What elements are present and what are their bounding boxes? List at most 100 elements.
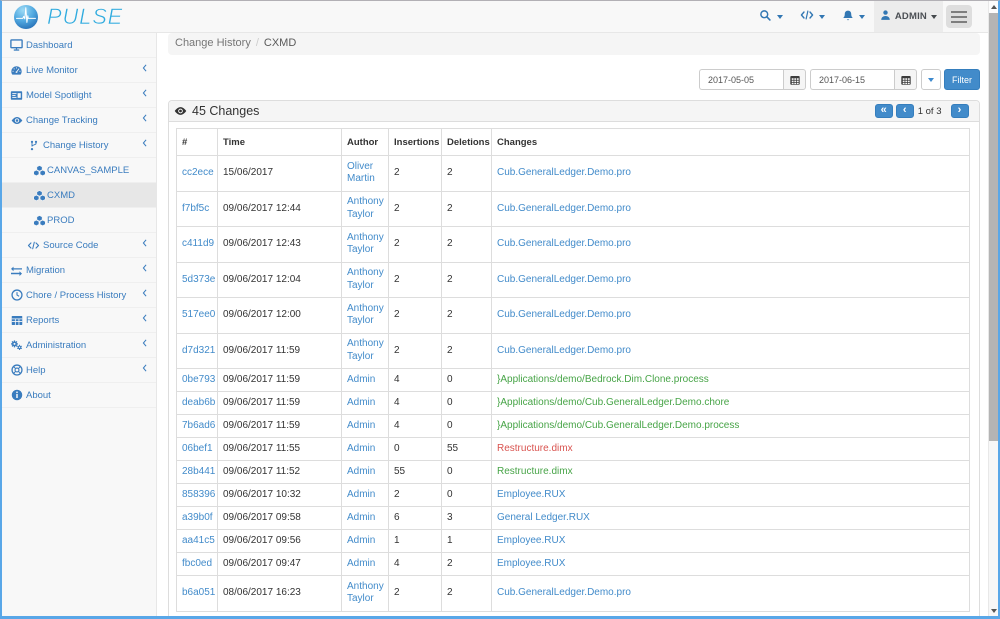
sidebar-item-cxmd[interactable]: CXMD (2, 183, 156, 208)
table-row: cc2ece15/06/2017Oliver Martin22Cub.Gener… (177, 156, 970, 192)
change-file-link[interactable]: Cub.GeneralLedger.Demo.pro (497, 167, 631, 178)
author-link[interactable]: Admin (347, 558, 375, 569)
scroll-down-arrow-icon[interactable] (989, 606, 998, 616)
admin-menu[interactable]: ADMIN (874, 1, 943, 32)
commit-hash-link[interactable]: f7bf5c (182, 203, 209, 214)
commit-hash-link[interactable]: 5d373e (182, 274, 215, 285)
commit-hash-link[interactable]: c411d9 (182, 238, 214, 249)
author-link[interactable]: Admin (347, 397, 375, 408)
commit-hash-link[interactable]: fbc0ed (182, 558, 212, 569)
sidebar-item-migration[interactable]: Migration (2, 258, 156, 283)
author-link[interactable]: Admin (347, 512, 375, 523)
search-dropdown[interactable] (751, 1, 792, 32)
code-dropdown[interactable] (792, 1, 834, 32)
change-file-link[interactable]: Cub.GeneralLedger.Demo.pro (497, 309, 631, 320)
calendar-icon[interactable] (894, 69, 917, 90)
cell-deletions: 3 (442, 507, 492, 530)
sidebar-item-help[interactable]: Help (2, 358, 156, 383)
sidebar-item-live-monitor[interactable]: Live Monitor (2, 58, 156, 83)
change-file-link[interactable]: Cub.GeneralLedger.Demo.pro (497, 203, 631, 214)
hamburger-button[interactable] (946, 5, 972, 28)
change-file-link[interactable]: Employee.RUX (497, 535, 565, 546)
next-page-button[interactable]: › (951, 104, 969, 118)
commit-hash-link[interactable]: a39b0f (182, 512, 213, 523)
commit-hash-link[interactable]: b6a051 (182, 587, 215, 598)
author-link[interactable]: Anthony Taylor (347, 196, 384, 220)
calendar-icon[interactable] (783, 69, 806, 90)
commit-hash-link[interactable]: 06bef1 (182, 443, 213, 454)
commit-hash-link[interactable]: deab6b (182, 397, 215, 408)
scrollbar-thumb[interactable] (989, 13, 998, 441)
first-page-button[interactable]: « (875, 104, 893, 118)
insertions-value: 4 (394, 420, 400, 431)
table-row: fbc0ed09/06/2017 09:47Admin42Employee.RU… (177, 553, 970, 576)
change-file-link[interactable]: Cub.GeneralLedger.Demo.pro (497, 238, 631, 249)
cell-deletions: 55 (442, 438, 492, 461)
cell-insertions: 2 (389, 156, 442, 192)
sidebar-item-administration[interactable]: Administration (2, 333, 156, 358)
change-file-link[interactable]: Restructure.dimx (497, 466, 573, 477)
sidebar-item-model-spotlight[interactable]: Model Spotlight (2, 83, 156, 108)
sidebar-item-change-tracking[interactable]: Change Tracking (2, 108, 156, 133)
sidebar-item-prod[interactable]: PROD (2, 208, 156, 233)
prev-page-button[interactable]: ‹ (896, 104, 914, 118)
date-to-input[interactable] (810, 69, 894, 90)
insertions-value: 1 (394, 535, 400, 546)
author-link[interactable]: Anthony Taylor (347, 338, 384, 362)
author-link[interactable]: Anthony Taylor (347, 267, 384, 291)
change-file-link[interactable]: General Ledger.RUX (497, 512, 590, 523)
commit-hash-link[interactable]: aa41c5 (182, 535, 215, 546)
commit-hash-link[interactable]: 7b6ad6 (182, 420, 215, 431)
sidebar-item-source-code[interactable]: Source Code (2, 233, 156, 258)
breadcrumb-parent[interactable]: Change History (175, 37, 251, 49)
scroll-up-arrow-icon[interactable] (989, 1, 998, 13)
angle-left-icon (142, 139, 147, 150)
author-link[interactable]: Anthony Taylor (347, 303, 384, 327)
commit-hash-link[interactable]: cc2ece (182, 167, 214, 178)
commit-hash-link[interactable]: 0be793 (182, 374, 215, 385)
change-file-link[interactable]: }Applications/demo/Cub.GeneralLedger.Dem… (497, 397, 729, 408)
commit-hash-link[interactable]: d7d321 (182, 345, 215, 356)
change-file-link[interactable]: Cub.GeneralLedger.Demo.pro (497, 587, 631, 598)
author-link[interactable]: Admin (347, 420, 375, 431)
date-preset-dropdown[interactable] (921, 69, 941, 90)
cell-hash: 06bef1 (177, 438, 218, 461)
change-file-link[interactable]: }Applications/demo/Bedrock.Dim.Clone.pro… (497, 374, 709, 385)
sidebar-item-dashboard[interactable]: Dashboard (2, 33, 156, 58)
author-link[interactable]: Admin (347, 374, 375, 385)
vertical-scrollbar[interactable] (988, 1, 998, 616)
cell-deletions: 0 (442, 369, 492, 392)
commit-hash-link[interactable]: 28b441 (182, 466, 215, 477)
deletions-value: 2 (447, 238, 453, 249)
sidebar-item-label: Change Tracking (26, 115, 98, 126)
date-from-input[interactable] (699, 69, 783, 90)
sidebar-item-about[interactable]: About (2, 383, 156, 408)
sidebar-item-change-history[interactable]: Change History (2, 133, 156, 158)
panel-title: 45 Changes (192, 104, 259, 118)
author-link[interactable]: Admin (347, 489, 375, 500)
sidebar-item-canvas-sample[interactable]: CANVAS_SAMPLE (2, 158, 156, 183)
cell-author: Anthony Taylor (342, 262, 389, 298)
cell-insertions: 2 (389, 484, 442, 507)
author-link[interactable]: Anthony Taylor (347, 581, 384, 605)
change-file-link[interactable]: Employee.RUX (497, 558, 565, 569)
author-link[interactable]: Oliver Martin (347, 161, 375, 185)
angle-left-icon (142, 264, 147, 275)
author-link[interactable]: Admin (347, 443, 375, 454)
change-file-link[interactable]: Restructure.dimx (497, 443, 573, 454)
brand[interactable]: PULSE (14, 5, 123, 29)
commit-hash-link[interactable]: 517ee0 (182, 309, 215, 320)
cell-changes: Cub.GeneralLedger.Demo.pro (492, 576, 970, 612)
change-file-link[interactable]: Cub.GeneralLedger.Demo.pro (497, 274, 631, 285)
author-link[interactable]: Admin (347, 535, 375, 546)
sidebar-item-chore-process-history[interactable]: Chore / Process History (2, 283, 156, 308)
change-file-link[interactable]: }Applications/demo/Cub.GeneralLedger.Dem… (497, 420, 739, 431)
change-file-link[interactable]: Cub.GeneralLedger.Demo.pro (497, 345, 631, 356)
author-link[interactable]: Anthony Taylor (347, 232, 384, 256)
author-link[interactable]: Admin (347, 466, 375, 477)
sidebar-item-reports[interactable]: Reports (2, 308, 156, 333)
filter-button[interactable]: Filter (944, 69, 980, 90)
change-file-link[interactable]: Employee.RUX (497, 489, 565, 500)
notifications-dropdown[interactable] (834, 1, 874, 32)
commit-hash-link[interactable]: 858396 (182, 489, 215, 500)
